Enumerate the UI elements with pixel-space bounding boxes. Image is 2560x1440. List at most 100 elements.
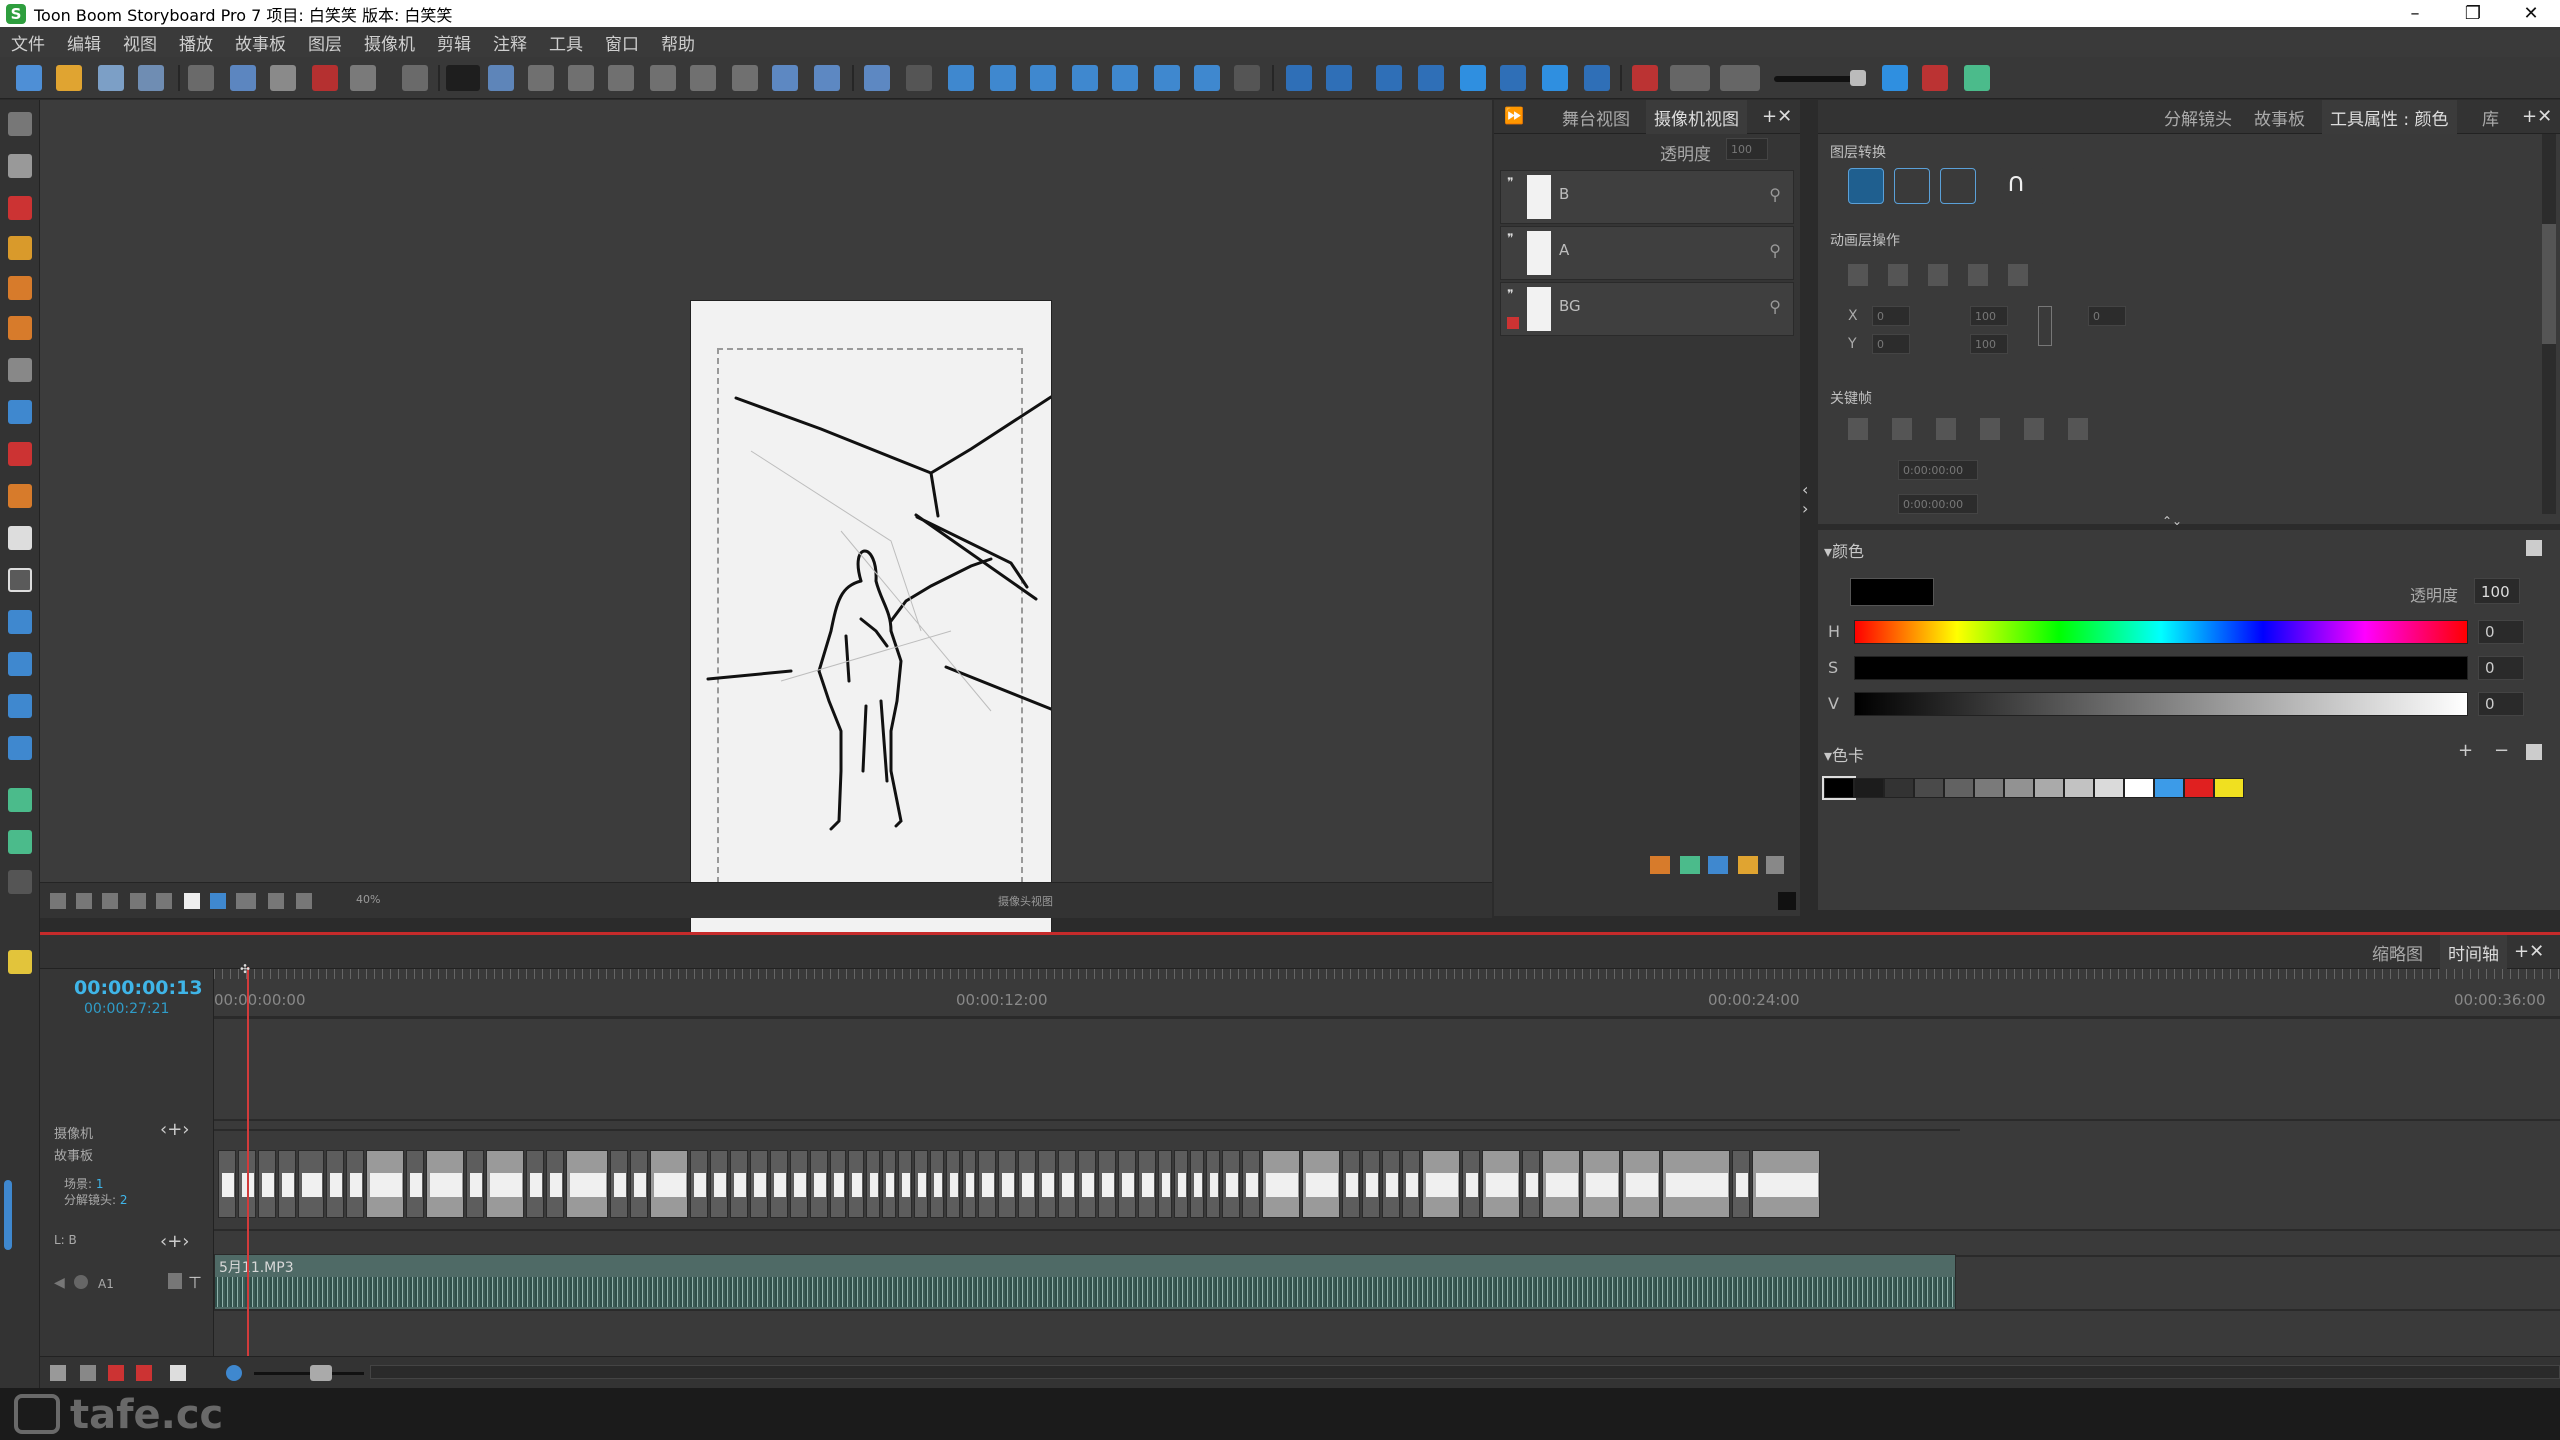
brush-color-icon[interactable] [1632, 65, 1658, 91]
new-project-icon[interactable] [16, 65, 42, 91]
panel-tool-icon-8[interactable] [1234, 65, 1260, 91]
color-menu-icon[interactable] [2526, 540, 2542, 556]
playhead[interactable] [247, 967, 249, 1367]
height-field[interactable]: 100 [1970, 334, 2008, 354]
panel-tool-icon[interactable] [8, 736, 32, 760]
storyboard-panel[interactable] [1078, 1150, 1096, 1218]
storyboard-panel[interactable] [1662, 1150, 1730, 1218]
add-bitmap-layer-icon[interactable] [1680, 856, 1700, 874]
dropper-tool-icon[interactable] [8, 484, 32, 508]
add-folder-icon[interactable] [1738, 856, 1758, 874]
stage-view[interactable] [40, 100, 1492, 939]
onion-skin-icon[interactable] [446, 65, 480, 91]
storyboard-panel[interactable] [1752, 1150, 1820, 1218]
storyboard-panel[interactable] [1462, 1150, 1480, 1218]
tab-stage-view[interactable]: 舞台视图 [1554, 100, 1638, 134]
next-frame-icon[interactable] [1326, 65, 1352, 91]
visibility-icon[interactable]: ❞ [1507, 287, 1521, 301]
storyboard-panel[interactable] [278, 1150, 296, 1218]
menu-edit[interactable]: 编辑 [56, 30, 112, 55]
layer-row-a[interactable]: ❞ A ⚲ [1500, 226, 1794, 280]
reset-rotation-icon[interactable] [268, 893, 284, 909]
color-swatch[interactable] [2184, 778, 2214, 798]
tip-bulb-icon[interactable] [8, 950, 32, 974]
layer-lock-icon[interactable]: ⚲ [1769, 297, 1781, 316]
storyboard-panel[interactable] [218, 1150, 236, 1218]
timeline-hscrollbar[interactable] [370, 1365, 2560, 1379]
timeline-add-close-icon[interactable]: +✕ [2514, 941, 2544, 962]
saturation-value[interactable]: 0 [2478, 656, 2524, 680]
text-tool-icon[interactable] [8, 358, 32, 382]
brush-size-icon[interactable] [1670, 65, 1710, 91]
aspect-icon-1[interactable] [130, 893, 146, 909]
restore-button[interactable]: ❐ [2444, 0, 2502, 27]
delete-panel-icon[interactable] [108, 1365, 124, 1381]
angle-field[interactable]: 0 [2088, 306, 2126, 326]
minimize-button[interactable]: – [2386, 0, 2444, 27]
storyboard-panel[interactable] [1206, 1150, 1220, 1218]
hue-slider[interactable] [1854, 620, 2468, 644]
record-icon[interactable] [1922, 65, 1948, 91]
split-panel-icon[interactable] [136, 1365, 152, 1381]
value-value[interactable]: 0 [2478, 692, 2524, 716]
storyboard-panel[interactable] [630, 1150, 648, 1218]
rotate-mode-icon[interactable] [1894, 168, 1930, 204]
collapse-arrows-icon[interactable]: ⌃⌄ [2162, 514, 2202, 530]
safe-area-icon[interactable] [76, 893, 92, 909]
storyboard-panel[interactable] [1018, 1150, 1036, 1218]
storyboard-panel[interactable] [1362, 1150, 1380, 1218]
storyboard-panel[interactable] [546, 1150, 564, 1218]
add-panel-icon[interactable] [80, 1365, 96, 1381]
value-slider[interactable] [1854, 692, 2468, 716]
storyboard-panel[interactable] [690, 1150, 708, 1218]
cut-icon[interactable] [188, 65, 214, 91]
layer-track-add-icon[interactable]: ‹+› [160, 1231, 189, 1252]
loop-icon[interactable] [1500, 65, 1526, 91]
translate-mode-icon[interactable] [1848, 168, 1884, 204]
static-light-icon[interactable] [8, 694, 32, 718]
color-swatch[interactable] [1854, 778, 1884, 798]
save-as-icon[interactable] [138, 65, 164, 91]
brush-tool-icon[interactable] [8, 196, 32, 220]
storyboard-panel[interactable] [610, 1150, 628, 1218]
flip-icon[interactable] [296, 893, 312, 909]
add-group-icon[interactable] [1708, 856, 1728, 874]
storyboard-panel[interactable] [730, 1150, 748, 1218]
storyboard-panel[interactable] [1522, 1150, 1540, 1218]
layout-icon-5[interactable] [732, 65, 758, 91]
tab-storyboard[interactable]: 故事板 [2246, 100, 2313, 134]
layer-tool-icon[interactable] [8, 652, 32, 676]
menu-play[interactable]: 播放 [168, 30, 224, 55]
zoom-in-icon[interactable] [772, 65, 798, 91]
timeline-zoom-handle[interactable] [310, 1365, 332, 1381]
frame-icon[interactable] [102, 893, 118, 909]
color-opacity-input[interactable]: 100 [2474, 578, 2520, 604]
storyboard-panel[interactable] [1190, 1150, 1204, 1218]
camera-track-add-icon[interactable]: ‹+› [160, 1119, 189, 1140]
tab-thumbnails[interactable]: 缩略图 [2364, 935, 2431, 969]
color-swatch[interactable] [1944, 778, 1974, 798]
layer-row-b[interactable]: ❞ B ⚲ [1500, 170, 1794, 224]
select-tool-icon[interactable] [8, 112, 32, 136]
menu-camera[interactable]: 摄像机 [353, 30, 426, 55]
fps-icon[interactable] [236, 893, 256, 909]
menu-annotation[interactable]: 注释 [482, 30, 538, 55]
current-time[interactable]: 00:00:00:13 [74, 977, 203, 999]
vertical-zoom-slider[interactable] [4, 1180, 12, 1250]
audio-clip[interactable]: 5月11.MP3 [214, 1254, 1956, 1310]
color-swatch[interactable] [2094, 778, 2124, 798]
first-frame-icon[interactable] [1376, 65, 1402, 91]
light-table-icon[interactable] [488, 65, 514, 91]
storyboard-panel[interactable] [898, 1150, 912, 1218]
grid-icon[interactable] [528, 65, 554, 91]
copy-icon[interactable] [230, 65, 256, 91]
sound-scrub-icon[interactable] [1584, 65, 1610, 91]
magnet-icon[interactable]: ∩ [1998, 168, 2034, 204]
layout-icon-3[interactable] [650, 65, 676, 91]
open-project-icon[interactable] [56, 65, 82, 91]
drawing-canvas[interactable] [691, 301, 1051, 939]
storyboard-panel[interactable] [914, 1150, 928, 1218]
onion-toggle-icon[interactable] [210, 893, 226, 909]
storyboard-panel[interactable] [346, 1150, 364, 1218]
tab-camera-view[interactable]: 摄像机视图 [1646, 100, 1747, 134]
